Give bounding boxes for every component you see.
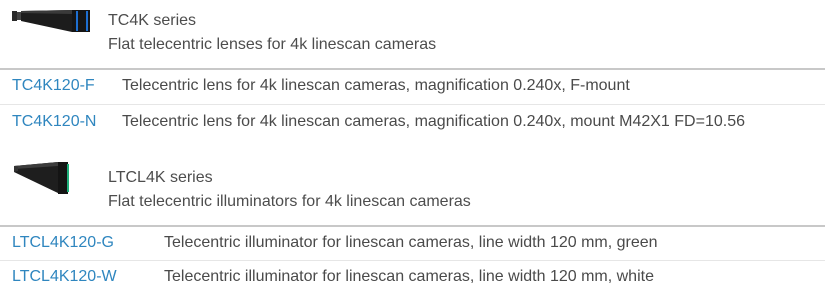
telecentric-lens-image xyxy=(12,10,90,32)
section-divider xyxy=(0,68,825,70)
product-code-link[interactable]: TC4K120-N xyxy=(12,113,96,131)
series-title: TC4K series xyxy=(108,12,197,29)
series-title: LTCL4K series xyxy=(108,169,213,186)
section-divider xyxy=(0,225,825,227)
product-code-link[interactable]: LTCL4K120-G xyxy=(12,234,114,252)
product-description: Telecentric lens for 4k linescan cameras… xyxy=(122,113,745,130)
series-subtitle: Flat telecentric lenses for 4k linescan … xyxy=(108,36,437,53)
product-code-link[interactable]: LTCL4K120-W xyxy=(12,268,117,286)
product-description: Telecentric illuminator for linescan cam… xyxy=(164,234,658,251)
product-code-link[interactable]: TC4K120-F xyxy=(12,77,95,95)
product-description: Telecentric illuminator for linescan cam… xyxy=(164,268,654,285)
product-description: Telecentric lens for 4k linescan cameras… xyxy=(122,77,630,94)
series-subtitle: Flat telecentric illuminators for 4k lin… xyxy=(108,193,471,210)
telecentric-illuminator-image xyxy=(14,162,69,194)
row-separator xyxy=(0,104,825,105)
row-separator xyxy=(0,260,825,261)
